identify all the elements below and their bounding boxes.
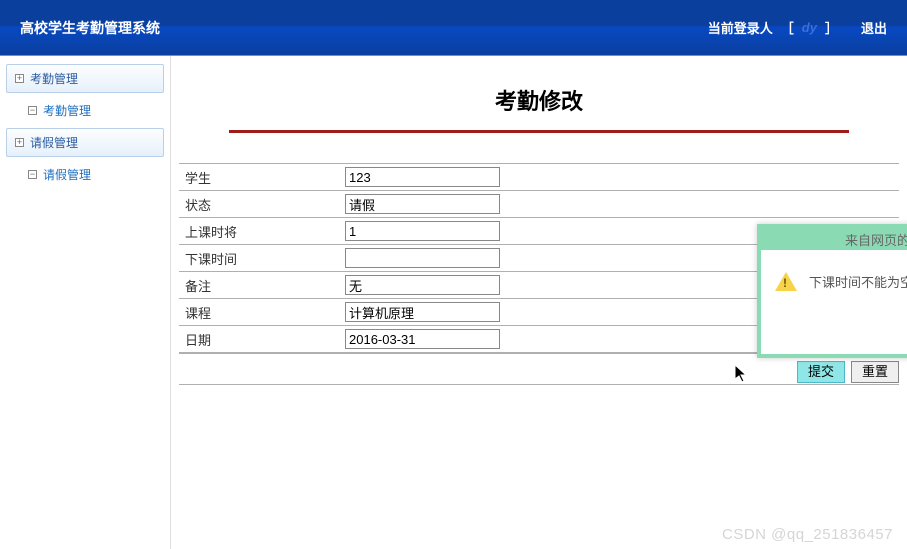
dialog-body: 下课时间不能为空 [761,250,907,305]
container: + 考勤管理 − 考勤管理 + 请假管理 − 请假管理 考勤修改 学生 [0,56,907,549]
login-user-label: 当前登录人 [708,18,773,37]
remark-input[interactable] [345,275,500,295]
bracket-close: ］ [825,18,838,37]
title-divider [229,130,849,133]
form-label: 状态 [179,191,339,218]
sidebar-item-label: 考勤管理 [43,102,91,119]
sidebar-item-label: 请假管理 [43,166,91,183]
form-label: 课程 [179,299,339,326]
sidebar-item-attendance[interactable]: + 考勤管理 [6,64,164,93]
dialog-message: 下课时间不能为空 [809,272,907,291]
dialog-footer: 确定 [761,305,907,354]
sidebar-sub-leave[interactable]: − 请假管理 [6,161,164,188]
main-content: 考勤修改 学生 状态 上课时将 下课时间 [171,56,907,549]
page-title: 考勤修改 [179,56,899,130]
form-label: 学生 [179,164,339,191]
form-label: 下课时间 [179,245,339,272]
current-user: dy [802,20,817,35]
bracket-open: ［ [781,18,794,37]
collapse-icon: − [28,170,37,179]
form-row-student: 学生 [179,164,899,191]
expand-icon: + [15,74,24,83]
form-row-status: 状态 [179,191,899,218]
sidebar-item-leave[interactable]: + 请假管理 [6,128,164,157]
status-input[interactable] [345,194,500,214]
sidebar-sub-attendance[interactable]: − 考勤管理 [6,97,164,124]
sidebar-item-label: 考勤管理 [30,70,78,87]
logout-link[interactable]: 退出 [861,18,887,37]
endtime-input[interactable] [345,248,500,268]
reset-button[interactable]: 重置 [851,361,899,383]
watermark: CSDN @qq_251836457 [722,526,893,543]
app-title: 高校学生考勤管理系统 [20,18,708,38]
dialog-title: 来自网页的消息 [767,230,907,249]
app-header: 高校学生考勤管理系统 当前登录人 ［ dy ］ 退出 [0,0,907,56]
sidebar: + 考勤管理 − 考勤管理 + 请假管理 − 请假管理 [0,56,171,549]
form-label: 备注 [179,272,339,299]
course-input[interactable] [345,302,500,322]
starttime-input[interactable] [345,221,500,241]
alert-dialog: 来自网页的消息 × 下课时间不能为空 确定 [757,224,907,358]
warning-icon [775,272,797,291]
date-input[interactable] [345,329,500,349]
form-label: 上课时将 [179,218,339,245]
student-input[interactable] [345,167,500,187]
header-right: 当前登录人 ［ dy ］ 退出 [708,18,887,37]
expand-icon: + [15,138,24,147]
collapse-icon: − [28,106,37,115]
sidebar-item-label: 请假管理 [30,134,78,151]
submit-button[interactable]: 提交 [797,361,845,383]
form-label: 日期 [179,326,339,353]
dialog-titlebar: 来自网页的消息 × [761,228,907,250]
